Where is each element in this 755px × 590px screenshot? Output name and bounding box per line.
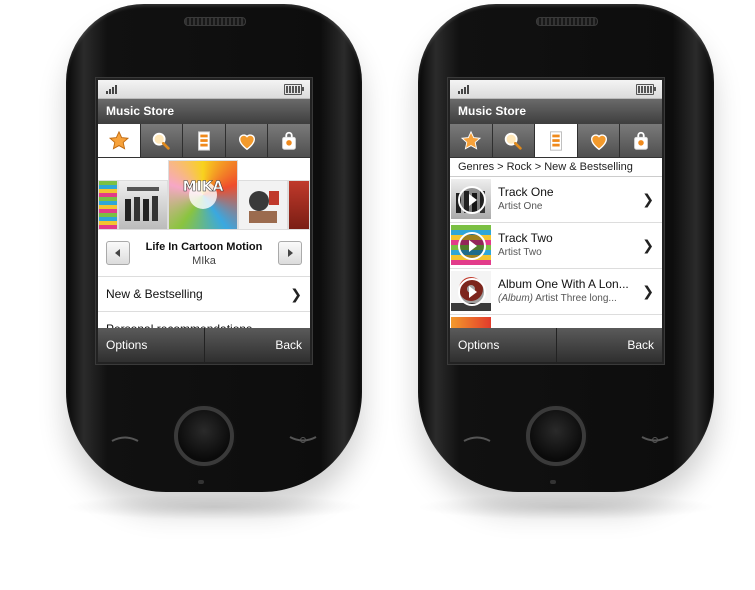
- tab-basket[interactable]: [268, 124, 310, 157]
- battery-icon: [284, 84, 304, 95]
- album-cover[interactable]: [118, 180, 168, 230]
- heart-icon: [590, 133, 607, 150]
- back-softkey[interactable]: Back: [205, 328, 311, 362]
- chevron-right-icon: [288, 249, 293, 257]
- heart-icon: [238, 133, 255, 150]
- chevron-right-icon: ❯: [642, 283, 654, 299]
- genres-icon: [550, 130, 562, 151]
- album-artist-name: Artist Three long...: [535, 293, 617, 304]
- album-artist: MIka: [192, 255, 216, 267]
- status-bar: [450, 80, 662, 99]
- album-info: Life In Cartoon Motion MIka: [98, 232, 310, 280]
- list-item[interactable]: Track One Artist One ❯: [450, 177, 662, 223]
- end-key-icon[interactable]: [288, 434, 318, 444]
- app-title: Music Store: [98, 99, 310, 124]
- star-icon: [460, 130, 481, 150]
- list-item[interactable]: Album One With A Lon... (Album) Artist T…: [450, 269, 662, 315]
- bag-icon: [282, 131, 297, 150]
- list-item[interactable]: Track Two Artist Two ❯: [450, 223, 662, 269]
- options-softkey[interactable]: Options: [450, 328, 557, 362]
- tab-bar: [98, 124, 310, 158]
- phone-shadow: [64, 494, 364, 520]
- options-softkey[interactable]: Options: [98, 328, 205, 362]
- album-cover[interactable]: [288, 180, 310, 230]
- tab-featured[interactable]: [450, 124, 493, 157]
- back-softkey[interactable]: Back: [557, 328, 663, 362]
- album-cover[interactable]: [98, 180, 118, 230]
- play-icon[interactable]: [458, 186, 486, 214]
- battery-icon: [636, 84, 656, 95]
- phone-screen: Music Store Genres > Rock > New & Bestse…: [448, 78, 664, 364]
- chevron-right-icon: ❯: [642, 191, 654, 207]
- album-type-label: (Album): [498, 293, 534, 304]
- menu-item-new-bestselling[interactable]: New & Bestselling ❯: [98, 276, 310, 311]
- signal-icon: [458, 85, 469, 94]
- phone-left: Music Store MIKA Life In Cartoon Motion …: [66, 4, 362, 492]
- phone-keypad: [66, 364, 362, 492]
- search-icon: [153, 132, 171, 150]
- phone-shadow: [416, 494, 716, 520]
- call-key-icon[interactable]: [110, 434, 140, 444]
- phone-right: Music Store Genres > Rock > New & Bestse…: [418, 4, 714, 492]
- album-thumbnail: [451, 271, 491, 311]
- chevron-left-icon: [115, 249, 120, 257]
- app-title: Music Store: [450, 99, 662, 124]
- tab-genres[interactable]: [535, 124, 578, 157]
- tab-bar: [450, 124, 662, 158]
- softkey-bar: Options Back: [98, 328, 310, 362]
- search-icon: [505, 132, 523, 150]
- chevron-right-icon: ❯: [290, 286, 302, 302]
- album-artist: (Album) Artist Three long...: [498, 293, 617, 304]
- tab-basket[interactable]: [620, 124, 662, 157]
- prev-button[interactable]: [106, 241, 130, 265]
- end-key-icon[interactable]: [640, 434, 670, 444]
- star-icon: [108, 130, 129, 150]
- breadcrumb[interactable]: Genres > Rock > New & Bestselling: [450, 158, 662, 177]
- phone-keypad: [418, 364, 714, 492]
- status-bar: [98, 80, 310, 99]
- chevron-right-icon: ❯: [642, 237, 654, 253]
- center-select-button[interactable]: [526, 406, 586, 466]
- album-cover-selected[interactable]: MIKA: [168, 160, 238, 230]
- album-thumbnail: [451, 179, 491, 219]
- album-title: Album One With A Lon...: [498, 277, 629, 291]
- bag-icon: [634, 131, 649, 150]
- album-thumbnail: [451, 225, 491, 265]
- center-select-button[interactable]: [174, 406, 234, 466]
- microphone: [198, 480, 204, 484]
- tab-favorites[interactable]: [225, 124, 269, 157]
- tab-search[interactable]: [492, 124, 536, 157]
- tab-search[interactable]: [140, 124, 184, 157]
- signal-icon: [106, 85, 117, 94]
- softkey-bar: Options Back: [450, 328, 662, 362]
- genres-icon: [198, 130, 210, 151]
- next-button[interactable]: [278, 241, 302, 265]
- call-key-icon[interactable]: [462, 434, 492, 444]
- microphone: [550, 480, 556, 484]
- track-artist: Artist One: [498, 201, 543, 212]
- album-cover[interactable]: [238, 180, 288, 230]
- play-icon[interactable]: [458, 278, 486, 306]
- play-icon[interactable]: [458, 232, 486, 260]
- tab-featured[interactable]: [98, 124, 141, 157]
- tab-favorites[interactable]: [577, 124, 621, 157]
- tab-genres[interactable]: [183, 124, 226, 157]
- earpiece-speaker: [536, 17, 598, 26]
- phone-screen: Music Store MIKA Life In Cartoon Motion …: [96, 78, 312, 364]
- track-title: Track One: [498, 185, 554, 199]
- track-title: Track Two: [498, 231, 553, 245]
- svg-text:MIKA: MIKA: [183, 179, 224, 195]
- album-title: Life In Cartoon Motion: [145, 241, 263, 253]
- track-artist: Artist Two: [498, 247, 542, 258]
- earpiece-speaker: [184, 17, 246, 26]
- menu-item-label: New & Bestselling: [106, 287, 203, 301]
- album-carousel[interactable]: MIKA: [98, 158, 310, 232]
